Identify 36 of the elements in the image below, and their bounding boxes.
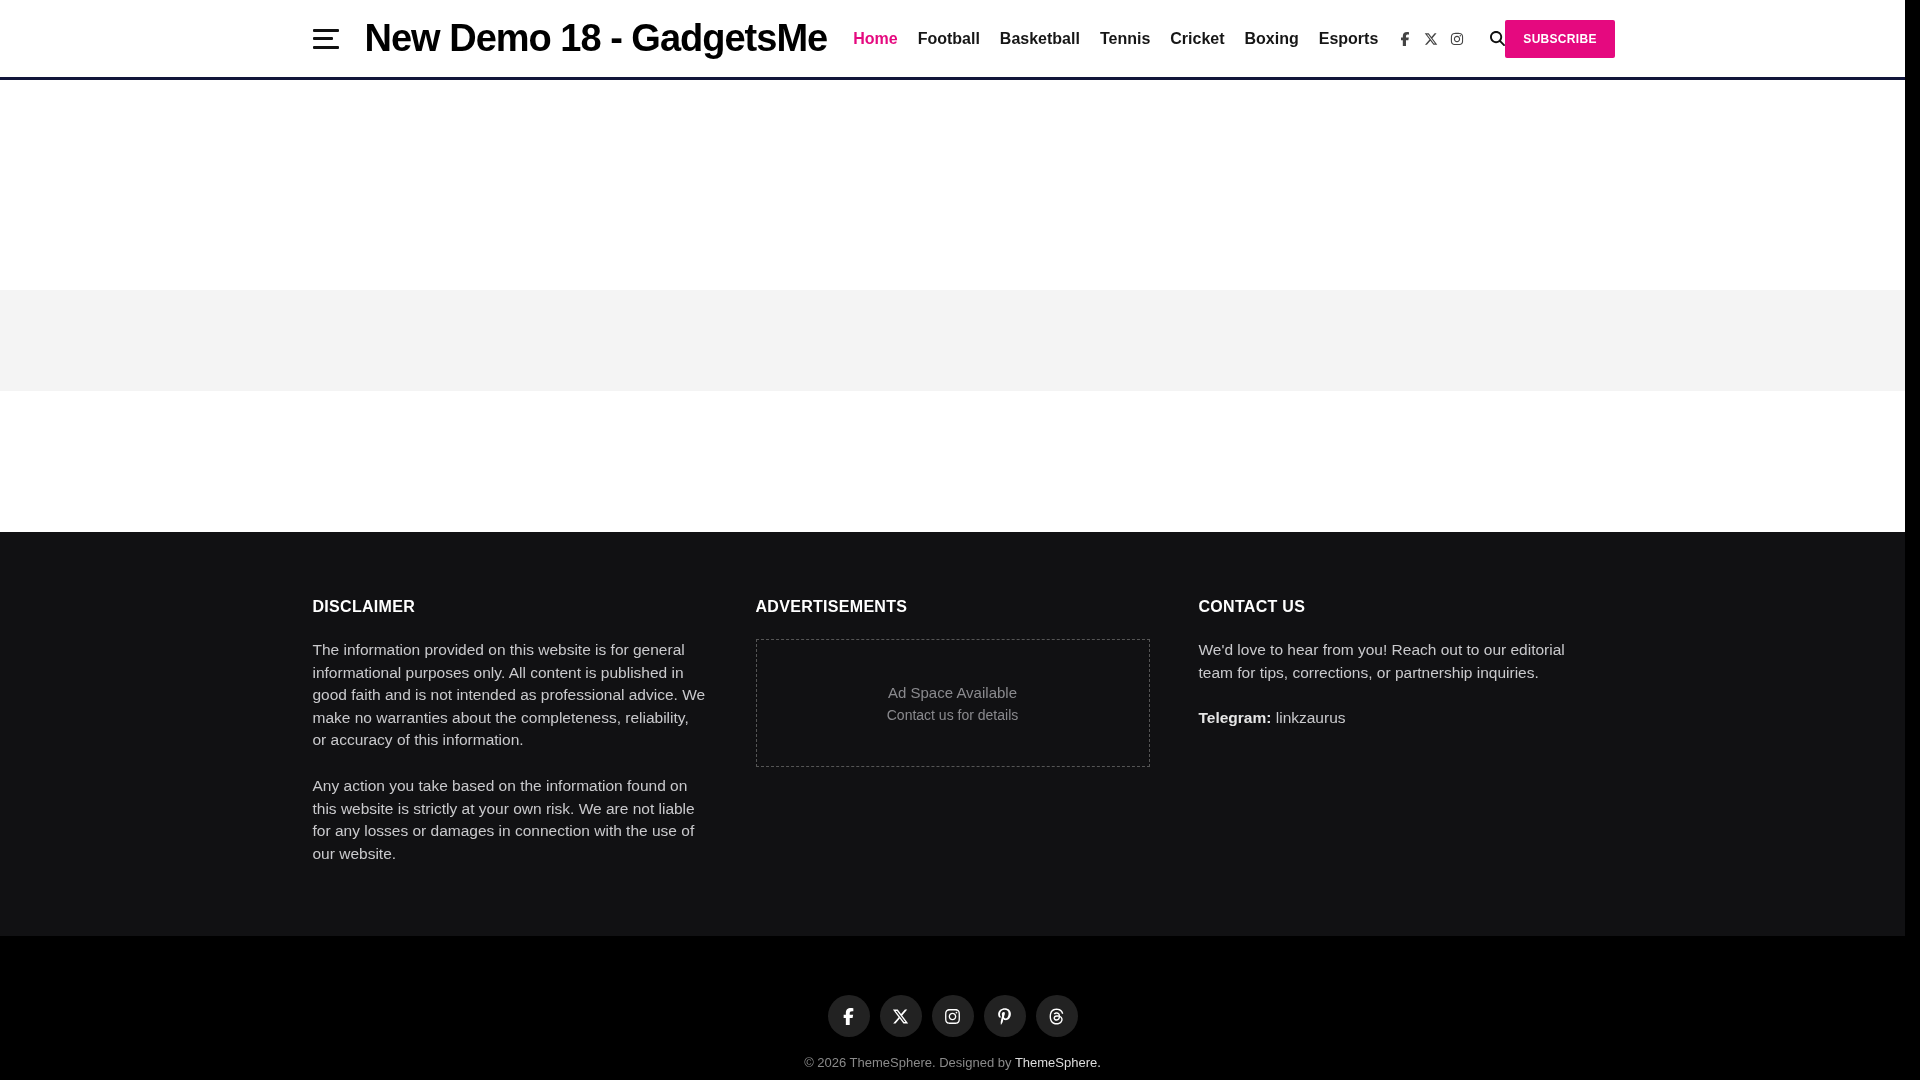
footer-heading: DISCLAIMER <box>312 598 417 616</box>
subscribe-button[interactable]: SUBSCRIBE <box>1505 19 1615 58</box>
footer-heading: CONTACT US <box>1198 598 1307 616</box>
social-button[interactable] <box>1035 995 1078 1037</box>
social-button[interactable] <box>827 995 870 1037</box>
footer-paragraph: Any action you take based on the information found on this website is strictly at your own risk. We are not liable for any losses or damages in connection with the use of our website. <box>312 775 696 864</box>
search-button[interactable] <box>1490 31 1506 46</box>
social-button[interactable] <box>931 995 974 1037</box>
footer-paragraph: We'd love to hear from you! Reach out to our editorial team for tips, corrections, or partnership inquiries. <box>1198 640 1566 683</box>
search-icon <box>1490 31 1506 46</box>
nav-link[interactable]: Boxing <box>1244 29 1299 48</box>
social-button[interactable] <box>983 995 1026 1037</box>
threads-icon <box>1048 1007 1065 1025</box>
ad-subtitle: Contact us for details <box>886 706 1019 723</box>
x-icon <box>892 1007 909 1025</box>
nav-link[interactable]: Esports <box>1318 29 1379 48</box>
nav-link[interactable]: Basketball <box>999 29 1080 48</box>
instagram-icon <box>944 1007 961 1025</box>
nav-link[interactable]: Tennis <box>1099 29 1151 48</box>
footer-heading: ADVERTISEMENTS <box>755 598 909 616</box>
social-button[interactable] <box>879 995 922 1037</box>
social-link[interactable] <box>1424 31 1439 46</box>
menu-button[interactable] <box>312 28 339 49</box>
nav-link[interactable]: Cricket <box>1170 29 1225 48</box>
credit-link[interactable]: ThemeSphere. <box>1014 1055 1101 1070</box>
pinterest-icon <box>996 1007 1013 1025</box>
footer-paragraph: Telegram: linkzaurus <box>1198 708 1347 729</box>
ad-title: Ad Space Available <box>888 683 1017 701</box>
social-link[interactable] <box>1450 31 1465 46</box>
nav-link[interactable]: Football <box>917 29 980 48</box>
x-icon <box>1424 31 1439 46</box>
instagram-icon <box>1450 31 1465 46</box>
copyright-text: © 2026 ThemeSphere. Designed by ThemeSphere. <box>804 1055 1101 1070</box>
nav-link[interactable]: Home <box>853 29 898 48</box>
footer-paragraph: The information provided on this website is for general informational purposes only. All content is published in good faith and is not intended as professional advice. We make no warranties about the completeness, reliability, or accuracy of this information. <box>312 640 707 751</box>
site-title[interactable]: New Demo 18 - GadgetsMe <box>364 17 828 60</box>
